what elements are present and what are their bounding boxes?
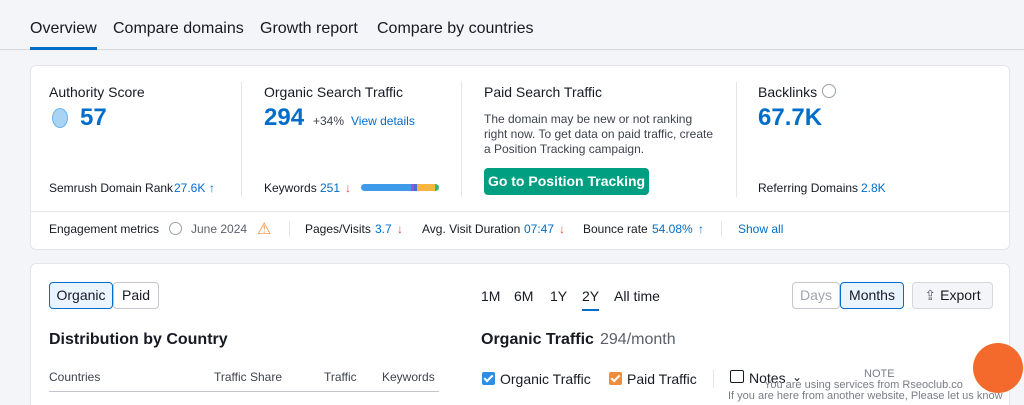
export-label: Export (940, 287, 981, 303)
divider (736, 82, 737, 197)
range-2y[interactable]: 2Y (582, 288, 600, 311)
globe-icon (822, 84, 836, 98)
domain-rank-label: Semrush Domain Rank (49, 181, 174, 195)
range-1y[interactable]: 1Y (550, 288, 567, 304)
distribution-by-country-title: Distribution by Country (49, 331, 228, 348)
pages-visits-trend-icon: ↓ (397, 222, 403, 236)
pages-visits-label: Pages/Visits (305, 222, 371, 236)
keywords-trend-icon: ↓ (345, 181, 351, 195)
bounce-rate-label: Bounce rate (583, 222, 648, 236)
divider (289, 221, 290, 237)
engagement-metrics-label: Engagement metrics (49, 222, 160, 236)
authority-score-label: Authority Score (49, 84, 145, 100)
organic-toggle[interactable]: Organic (49, 282, 113, 309)
days-toggle[interactable]: Days (792, 282, 840, 309)
tab-compare-domains[interactable]: Compare domains (113, 20, 244, 38)
chat-fab-button[interactable] (973, 343, 1023, 393)
notes-icon (730, 370, 744, 383)
divider (721, 221, 722, 237)
go-to-position-tracking-button[interactable]: Go to Position Tracking (484, 168, 649, 195)
months-toggle[interactable]: Months (840, 282, 904, 309)
organic-change: +34% (313, 114, 345, 128)
bounce-rate-trend-icon: ↑ (698, 222, 704, 236)
bounce-rate-value: 54.08% (652, 222, 693, 236)
col-countries: Countries (49, 370, 101, 384)
domain-rank-value[interactable]: 27.6K (174, 181, 205, 195)
keywords-distribution-bar (361, 184, 439, 191)
divider (31, 211, 1009, 212)
col-keywords: Keywords (382, 370, 435, 384)
overview-metrics-card: Authority Score 57 Semrush Domain Rank 2… (30, 65, 1010, 250)
range-1m[interactable]: 1M (481, 288, 500, 304)
tab-overview[interactable]: Overview (30, 20, 97, 50)
export-icon: ⇪ (924, 287, 937, 303)
warning-icon: ⚠ (257, 221, 272, 238)
keywords-value[interactable]: 251 (320, 181, 340, 195)
pages-visits-value: 3.7 (375, 222, 392, 236)
referring-domains-label: Referring Domains (758, 181, 859, 195)
paid-traffic-label: Paid Search Traffic (484, 84, 603, 100)
organic-traffic-legend: Organic Traffic (500, 371, 591, 387)
show-all-link[interactable]: Show all (738, 222, 783, 236)
col-traffic-share: Traffic Share (214, 370, 283, 384)
organic-traffic-value[interactable]: 294 (264, 104, 304, 132)
top-tabs: Overview Compare domains Growth report C… (0, 0, 1024, 50)
paid-traffic-legend: Paid Traffic (627, 371, 697, 387)
divider (49, 391, 439, 392)
traffic-card: Organic Paid 1M 6M 1Y 2Y All time Days M… (30, 263, 1010, 405)
globe-icon (169, 222, 182, 235)
authority-score-icon (52, 108, 68, 128)
keywords-label: Keywords (264, 181, 317, 195)
organic-traffic-title: Organic Traffic (481, 331, 594, 348)
view-details-link[interactable]: View details (351, 114, 415, 128)
paid-toggle[interactable]: Paid (113, 282, 159, 309)
divider (713, 370, 714, 388)
range-all-time[interactable]: All time (614, 288, 660, 304)
organic-traffic-label: Organic Search Traffic (264, 84, 404, 100)
divider (461, 82, 462, 197)
paid-traffic-description: The domain may be new or not ranking rig… (484, 112, 714, 156)
range-6m[interactable]: 6M (514, 288, 533, 304)
tab-growth-report[interactable]: Growth report (260, 20, 358, 38)
visit-duration-trend-icon: ↓ (559, 222, 565, 236)
domain-rank-trend-icon: ↑ (209, 181, 215, 195)
col-traffic: Traffic (324, 370, 357, 384)
visit-duration-label: Avg. Visit Duration (422, 222, 521, 236)
notice-line-2: If you are here from another website, Pl… (728, 390, 1003, 402)
organic-traffic-checkbox[interactable] (482, 372, 495, 385)
backlinks-label: Backlinks (758, 84, 818, 100)
export-button[interactable]: ⇪ Export (912, 282, 993, 309)
backlinks-value[interactable]: 67.7K (758, 104, 822, 132)
visit-duration-value: 07:47 (524, 222, 555, 236)
referring-domains-value[interactable]: 2.8K (861, 181, 886, 195)
authority-score-value: 57 (80, 104, 107, 131)
organic-traffic-per-month: 294/month (600, 331, 676, 348)
paid-traffic-checkbox[interactable] (609, 372, 622, 385)
engagement-date: June 2024 (191, 222, 248, 236)
divider (241, 82, 242, 197)
tab-compare-by-countries[interactable]: Compare by countries (377, 20, 534, 38)
